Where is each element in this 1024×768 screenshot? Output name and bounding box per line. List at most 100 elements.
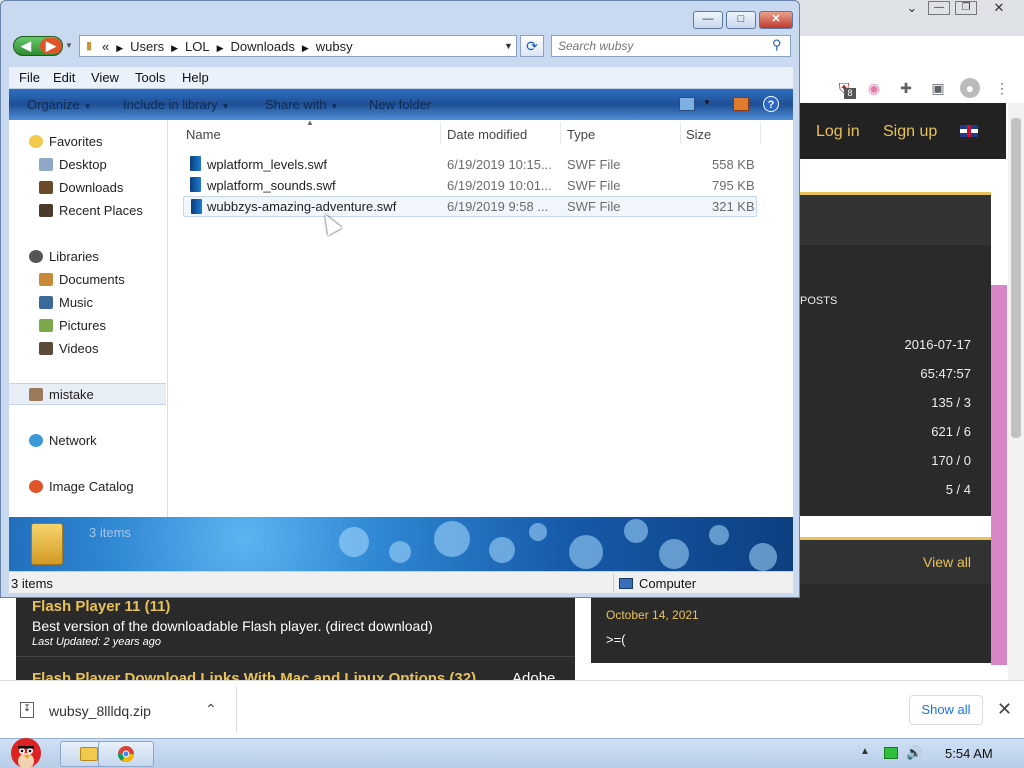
refresh-button[interactable]: ⟳: [520, 35, 544, 57]
start-button-angry-bird-icon[interactable]: [4, 731, 48, 768]
file-size: 558 KB: [712, 157, 755, 172]
maximize-button[interactable]: □: [726, 11, 756, 29]
stat-value: 65:47:57: [920, 366, 971, 381]
details-item-count: 3 items: [89, 525, 131, 540]
new-folder-button[interactable]: New folder: [369, 97, 431, 112]
preview-pane-icon[interactable]: [733, 97, 749, 111]
share-with-button[interactable]: Share with ▼: [265, 97, 338, 112]
forward-arrow-icon[interactable]: ▶: [40, 38, 62, 54]
breadcrumb-item[interactable]: LOL: [185, 39, 210, 54]
file-date: 6/19/2019 10:01...: [447, 178, 552, 193]
organize-button[interactable]: Organize ▼: [27, 97, 92, 112]
decorative-bubble: [624, 519, 648, 543]
recent-pages-dropdown-icon[interactable]: ▼: [65, 41, 73, 50]
menu-tools[interactable]: Tools: [135, 70, 165, 85]
signup-link[interactable]: Sign up: [883, 123, 937, 141]
search-icon[interactable]: ⚲: [772, 37, 782, 53]
browser-minimize-icon[interactable]: —: [928, 1, 950, 15]
menu-edit[interactable]: Edit: [53, 70, 75, 85]
column-divider[interactable]: [440, 122, 441, 144]
browser-close-button[interactable]: ✕: [982, 0, 1016, 18]
nav-music[interactable]: Music: [39, 295, 93, 310]
kebab-menu-icon[interactable]: ⋮: [992, 78, 1012, 98]
breadcrumb-overflow[interactable]: «: [102, 39, 109, 54]
breadcrumb-separator-icon[interactable]: ▶: [171, 43, 178, 53]
column-header-name[interactable]: Name: [186, 127, 221, 142]
search-box[interactable]: ⚲: [551, 35, 791, 57]
swf-file-icon: [190, 156, 201, 171]
column-header-type[interactable]: Type: [567, 127, 595, 142]
nav-network[interactable]: Network: [29, 433, 97, 448]
posts-label: POSTS: [800, 295, 838, 307]
profile-avatar-icon[interactable]: ●: [960, 78, 980, 98]
login-link[interactable]: Log in: [816, 123, 860, 141]
menu-file[interactable]: File: [19, 70, 40, 85]
column-divider[interactable]: [760, 122, 761, 144]
file-row-hovered[interactable]: wubbzys-amazing-adventure.swf 6/19/2019 …: [183, 196, 757, 217]
breadcrumb-item[interactable]: Users: [130, 39, 164, 54]
column-header-size[interactable]: Size: [686, 127, 711, 142]
address-bar[interactable]: ▮ « ▶ Users ▶ LOL ▶ Downloads ▶ wubsy ▼: [79, 35, 517, 57]
nav-favorites[interactable]: Favorites: [29, 134, 102, 149]
nav-desktop[interactable]: Desktop: [39, 157, 107, 172]
address-dropdown-icon[interactable]: ▼: [504, 41, 513, 51]
column-divider[interactable]: [680, 122, 681, 144]
file-row[interactable]: wplatform_levels.swf 6/19/2019 10:15... …: [183, 154, 757, 175]
download-filename[interactable]: wubsy_8llldq.zip: [49, 703, 151, 719]
page-scrollbar[interactable]: [1008, 103, 1024, 680]
breadcrumb-separator-icon[interactable]: ▶: [217, 43, 224, 53]
breadcrumb-item[interactable]: Downloads: [231, 39, 295, 54]
nav-documents[interactable]: Documents: [39, 272, 125, 287]
divider: [613, 574, 614, 592]
view-all-link[interactable]: View all: [923, 554, 971, 570]
column-header-date[interactable]: Date modified: [447, 127, 527, 142]
nav-homegroup[interactable]: mistake: [29, 387, 94, 402]
close-icon[interactable]: ✕: [997, 699, 1012, 720]
include-in-library-button[interactable]: Include in library ▼: [123, 97, 230, 112]
tray-overflow-icon[interactable]: ▲: [860, 746, 870, 757]
nav-image-catalog[interactable]: Image Catalog: [29, 479, 134, 494]
network-tray-icon[interactable]: [884, 747, 898, 759]
side-panel-icon[interactable]: ▣: [928, 78, 948, 98]
back-arrow-icon[interactable]: ◀: [15, 38, 37, 54]
puzzle-icon[interactable]: ✚: [896, 78, 916, 98]
organize-label: Organize: [27, 97, 80, 112]
menu-help[interactable]: Help: [182, 70, 209, 85]
uk-flag-icon[interactable]: [960, 125, 978, 137]
scrollbar-thumb[interactable]: [1011, 118, 1021, 438]
help-icon[interactable]: ?: [763, 96, 779, 112]
column-divider[interactable]: [560, 122, 561, 144]
file-type: SWF File: [567, 199, 621, 214]
file-row[interactable]: wplatform_sounds.swf 6/19/2019 10:01... …: [183, 175, 757, 196]
share-with-label: Share with: [265, 97, 327, 112]
search-input[interactable]: [558, 38, 758, 54]
taskbar-chrome-button[interactable]: [98, 741, 154, 767]
nav-recent-places[interactable]: Recent Places: [39, 203, 143, 218]
breadcrumb-separator-icon[interactable]: ▶: [302, 43, 309, 53]
change-view-icon[interactable]: [679, 97, 695, 111]
chevron-down-icon[interactable]: ▼: [703, 98, 711, 107]
menu-view[interactable]: View: [91, 70, 119, 85]
download-title-link[interactable]: Flash Player 11 (11): [32, 598, 170, 615]
chevron-up-icon[interactable]: ⌃: [205, 701, 217, 718]
decorative-bubble: [659, 539, 689, 569]
volume-tray-icon[interactable]: 🔊: [906, 745, 922, 761]
sort-ascending-icon: ▲: [306, 118, 314, 127]
minimize-button[interactable]: —: [693, 11, 723, 29]
extension-flag-icon[interactable]: ◉: [864, 78, 884, 98]
close-button[interactable]: ✕: [759, 11, 793, 29]
nav-pictures[interactable]: Pictures: [39, 318, 106, 333]
browser-restore-button[interactable]: ❐: [955, 1, 977, 15]
file-name: wubbzys-amazing-adventure.swf: [207, 199, 397, 214]
show-all-button[interactable]: Show all: [909, 695, 983, 725]
nav-libraries[interactable]: Libraries: [29, 249, 99, 264]
divider: [236, 687, 237, 733]
nav-downloads[interactable]: Downloads: [39, 180, 123, 195]
breadcrumb-separator-icon[interactable]: ▶: [116, 43, 123, 53]
status-location: Computer: [619, 576, 696, 591]
nav-videos[interactable]: Videos: [39, 341, 99, 356]
explorer-titlebar[interactable]: — □ ✕: [1, 1, 799, 33]
clock[interactable]: 5:54 AM: [945, 746, 993, 761]
breadcrumb-item[interactable]: wubsy: [316, 39, 353, 54]
browser-minimize-button[interactable]: ⌄: [895, 0, 929, 18]
